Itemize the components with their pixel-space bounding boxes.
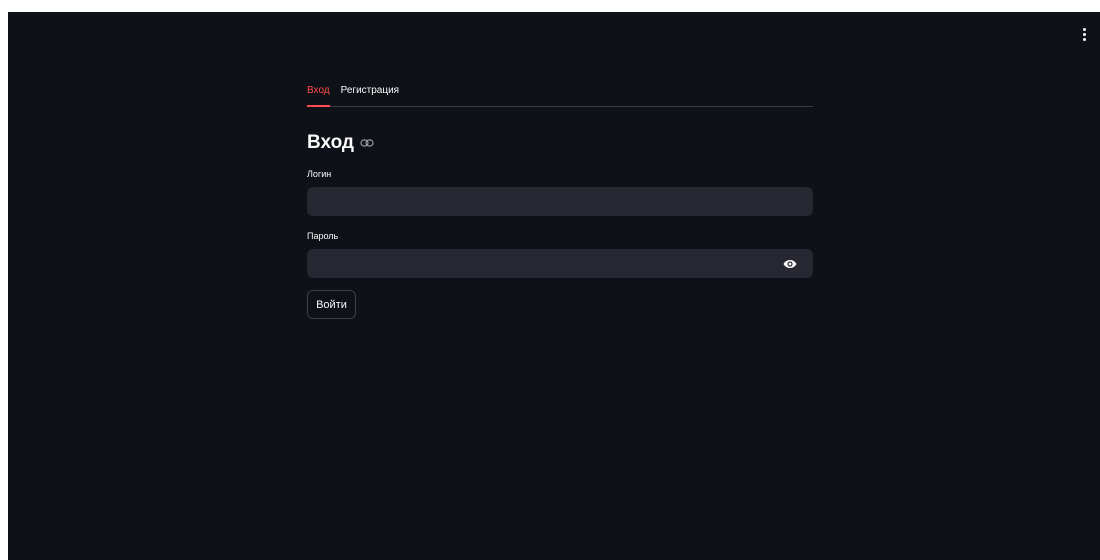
login-input[interactable] (307, 187, 813, 216)
tab-bar: Вход Регистрация (307, 82, 813, 107)
page-title: Вход (307, 132, 354, 153)
dot (1082, 32, 1086, 36)
password-input[interactable] (307, 249, 813, 278)
login-submit-button[interactable]: Войти (307, 290, 356, 319)
login-field-wrapper (307, 187, 813, 216)
link-icon[interactable] (360, 138, 374, 148)
password-field-wrapper (307, 249, 813, 278)
main-content: Вход Регистрация Вход Логин Пароль Войти (307, 82, 813, 319)
eye-icon[interactable] (783, 257, 797, 269)
app-container: Вход Регистрация Вход Логин Пароль Войти (8, 12, 1100, 560)
login-label: Логин (307, 169, 332, 179)
password-label: Пароль (307, 231, 339, 241)
title-row: Вход (307, 131, 813, 155)
tab-registration[interactable]: Регистрация (341, 82, 399, 106)
dot (1082, 37, 1086, 41)
main-menu-button[interactable] (1076, 22, 1092, 46)
tab-login[interactable]: Вход (307, 82, 330, 107)
dot (1082, 27, 1086, 31)
